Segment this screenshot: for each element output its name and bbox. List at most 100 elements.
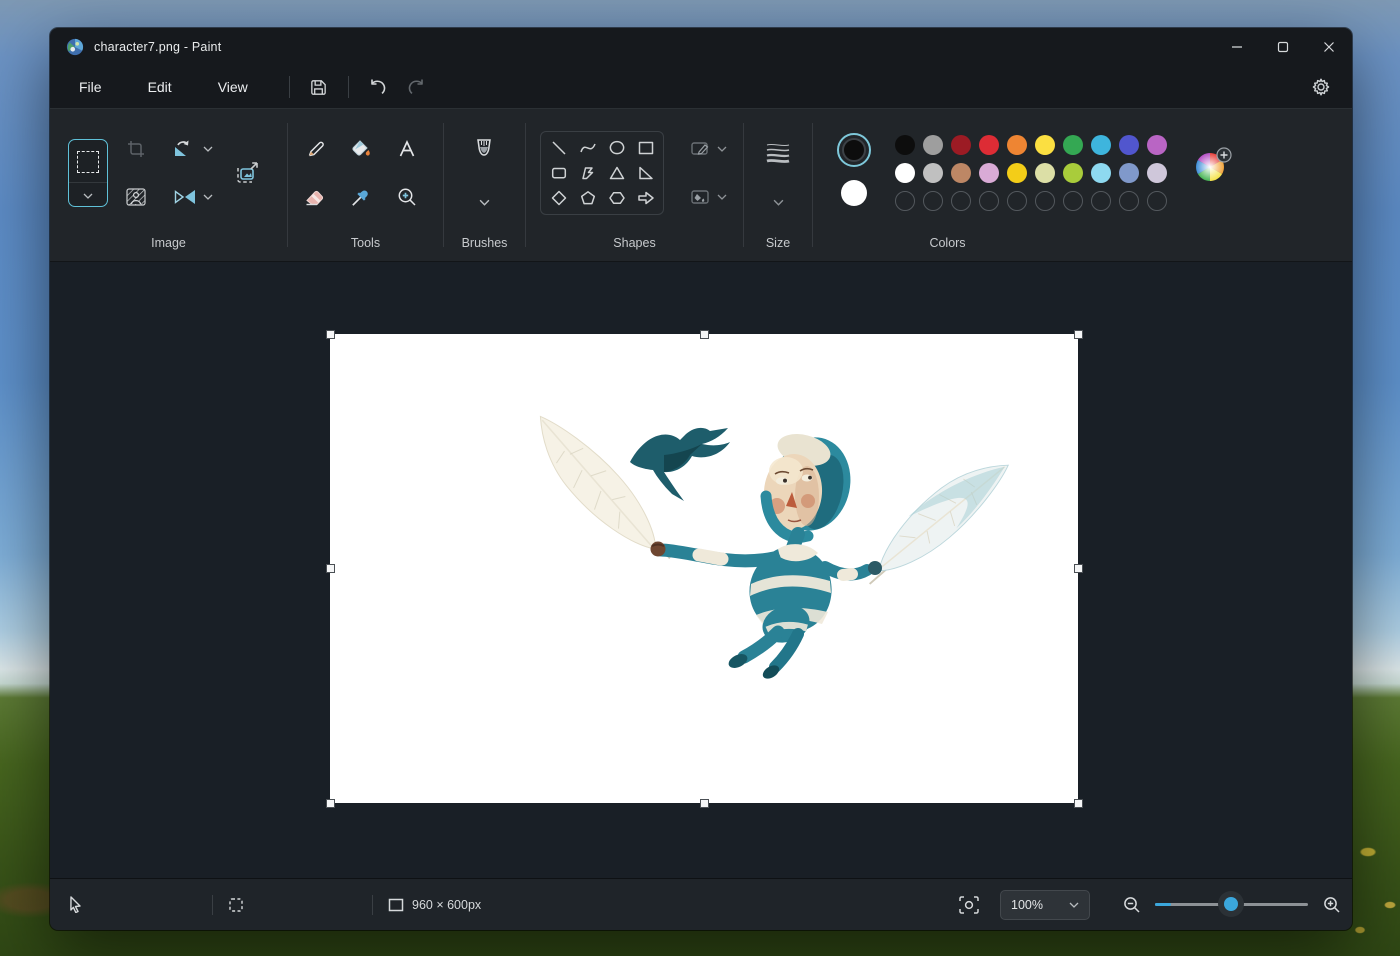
- palette-empty-slot[interactable]: [923, 191, 943, 211]
- shape-line-icon[interactable]: [544, 135, 573, 160]
- shape-fill-icon[interactable]: [684, 180, 718, 214]
- color2-swatch[interactable]: [841, 180, 867, 206]
- shape-right-triangle-icon[interactable]: [631, 160, 660, 185]
- palette-empty-slot[interactable]: [895, 191, 915, 211]
- ribbon-group-brushes: Brushes: [444, 109, 525, 261]
- save-icon[interactable]: [300, 72, 338, 102]
- rotate-dropdown-chevron[interactable]: [200, 132, 216, 166]
- text-tool-icon[interactable]: [390, 132, 424, 166]
- palette-color-swatch[interactable]: [1007, 135, 1027, 155]
- redo-icon[interactable]: [397, 72, 435, 102]
- palette-empty-slot[interactable]: [1035, 191, 1055, 211]
- rectangle-select-button[interactable]: [68, 139, 108, 207]
- shape-oval-icon[interactable]: [602, 135, 631, 160]
- palette-color-swatch[interactable]: [1091, 135, 1111, 155]
- canvas-handle-bottom-right[interactable]: [1074, 799, 1083, 808]
- palette-empty-slot[interactable]: [979, 191, 999, 211]
- zoom-slider-thumb[interactable]: [1218, 891, 1244, 917]
- palette-color-swatch[interactable]: [923, 163, 943, 183]
- palette-empty-slot[interactable]: [1119, 191, 1139, 211]
- magnifier-tool-icon[interactable]: [390, 180, 424, 214]
- palette-empty-slot[interactable]: [951, 191, 971, 211]
- shape-rounded-rectangle-icon[interactable]: [544, 160, 573, 185]
- canvas-handle-top-middle[interactable]: [700, 330, 709, 339]
- pencil-icon[interactable]: [298, 132, 332, 166]
- shape-curve-icon[interactable]: [573, 135, 602, 160]
- fill-bucket-icon[interactable]: [344, 132, 378, 166]
- shape-fill-chevron[interactable]: [714, 180, 730, 214]
- canvas-size-icon: [388, 898, 404, 911]
- flip-dropdown-chevron[interactable]: [200, 180, 216, 214]
- canvas-handle-bottom-middle[interactable]: [700, 799, 709, 808]
- maximize-button[interactable]: [1260, 28, 1306, 66]
- fit-to-screen-button[interactable]: [958, 879, 980, 930]
- palette-color-swatch[interactable]: [979, 163, 999, 183]
- zoom-level-dropdown[interactable]: 100%: [1000, 890, 1090, 920]
- brush-icon[interactable]: [467, 134, 501, 168]
- close-button[interactable]: [1306, 28, 1352, 66]
- palette-color-swatch[interactable]: [923, 135, 943, 155]
- zoom-in-button[interactable]: [1322, 879, 1342, 930]
- palette-color-swatch[interactable]: [1091, 163, 1111, 183]
- edit-colors-wheel-icon[interactable]: [1193, 147, 1233, 192]
- palette-empty-slot[interactable]: [1063, 191, 1083, 211]
- shape-polygon-icon[interactable]: [573, 160, 602, 185]
- canvas-handle-middle-right[interactable]: [1074, 564, 1083, 573]
- shape-pentagon-icon[interactable]: [573, 186, 602, 211]
- shape-triangle-icon[interactable]: [602, 160, 631, 185]
- minimize-button[interactable]: [1214, 28, 1260, 66]
- selection-size-indicator: [228, 879, 244, 930]
- palette-color-swatch[interactable]: [1007, 163, 1027, 183]
- menu-file[interactable]: File: [64, 73, 117, 101]
- color-picker-icon[interactable]: [344, 180, 378, 214]
- palette-color-swatch[interactable]: [1035, 163, 1055, 183]
- menu-view[interactable]: View: [203, 73, 263, 101]
- shape-outline-icon[interactable]: [684, 132, 718, 166]
- undo-icon[interactable]: [359, 72, 397, 102]
- flip-icon[interactable]: [169, 180, 203, 214]
- canvas-handle-bottom-left[interactable]: [326, 799, 335, 808]
- menu-edit[interactable]: Edit: [133, 73, 187, 101]
- canvas-handle-top-right[interactable]: [1074, 330, 1083, 339]
- shape-diamond-icon[interactable]: [544, 186, 573, 211]
- eraser-icon[interactable]: [298, 180, 332, 214]
- palette-color-swatch[interactable]: [1063, 163, 1083, 183]
- shape-outline-chevron[interactable]: [714, 132, 730, 166]
- drawing-canvas[interactable]: [330, 334, 1078, 803]
- menubar-divider: [347, 76, 349, 98]
- palette-color-swatch[interactable]: [1119, 135, 1139, 155]
- line-size-icon[interactable]: [761, 135, 795, 169]
- palette-empty-slot[interactable]: [1147, 191, 1167, 211]
- crop-icon[interactable]: [119, 132, 153, 166]
- palette-color-swatch[interactable]: [951, 135, 971, 155]
- palette-color-swatch[interactable]: [951, 163, 971, 183]
- selection-dropdown[interactable]: [69, 182, 107, 204]
- palette-color-swatch[interactable]: [1035, 135, 1055, 155]
- canvas-handle-top-left[interactable]: [326, 330, 335, 339]
- rotate-icon[interactable]: [165, 132, 199, 166]
- zoom-out-button[interactable]: [1122, 879, 1142, 930]
- canvas-size-text: 960 × 600px: [412, 897, 482, 912]
- title-bar: character7.png - Paint: [50, 28, 1352, 66]
- selection-rect-icon: [77, 151, 99, 173]
- canvas-handle-middle-left[interactable]: [326, 564, 335, 573]
- palette-color-swatch[interactable]: [1147, 163, 1167, 183]
- palette-color-swatch[interactable]: [979, 135, 999, 155]
- palette-color-swatch[interactable]: [1147, 135, 1167, 155]
- palette-color-swatch[interactable]: [895, 135, 915, 155]
- resize-image-icon[interactable]: [230, 156, 264, 190]
- palette-color-swatch[interactable]: [895, 163, 915, 183]
- palette-color-swatch[interactable]: [1063, 135, 1083, 155]
- palette-empty-slot[interactable]: [1007, 191, 1027, 211]
- window-title: character7.png - Paint: [94, 40, 222, 54]
- remove-background-icon[interactable]: [119, 180, 153, 214]
- shape-rectangle-icon[interactable]: [631, 135, 660, 160]
- palette-empty-slot[interactable]: [1091, 191, 1111, 211]
- shape-arrow-right-icon[interactable]: [631, 186, 660, 211]
- color1-swatch[interactable]: [837, 133, 871, 167]
- size-dropdown-chevron[interactable]: [770, 185, 786, 219]
- shape-hexagon-icon[interactable]: [602, 186, 631, 211]
- settings-gear-icon[interactable]: [1302, 72, 1340, 102]
- palette-color-swatch[interactable]: [1119, 163, 1139, 183]
- brushes-dropdown-chevron[interactable]: [476, 185, 492, 219]
